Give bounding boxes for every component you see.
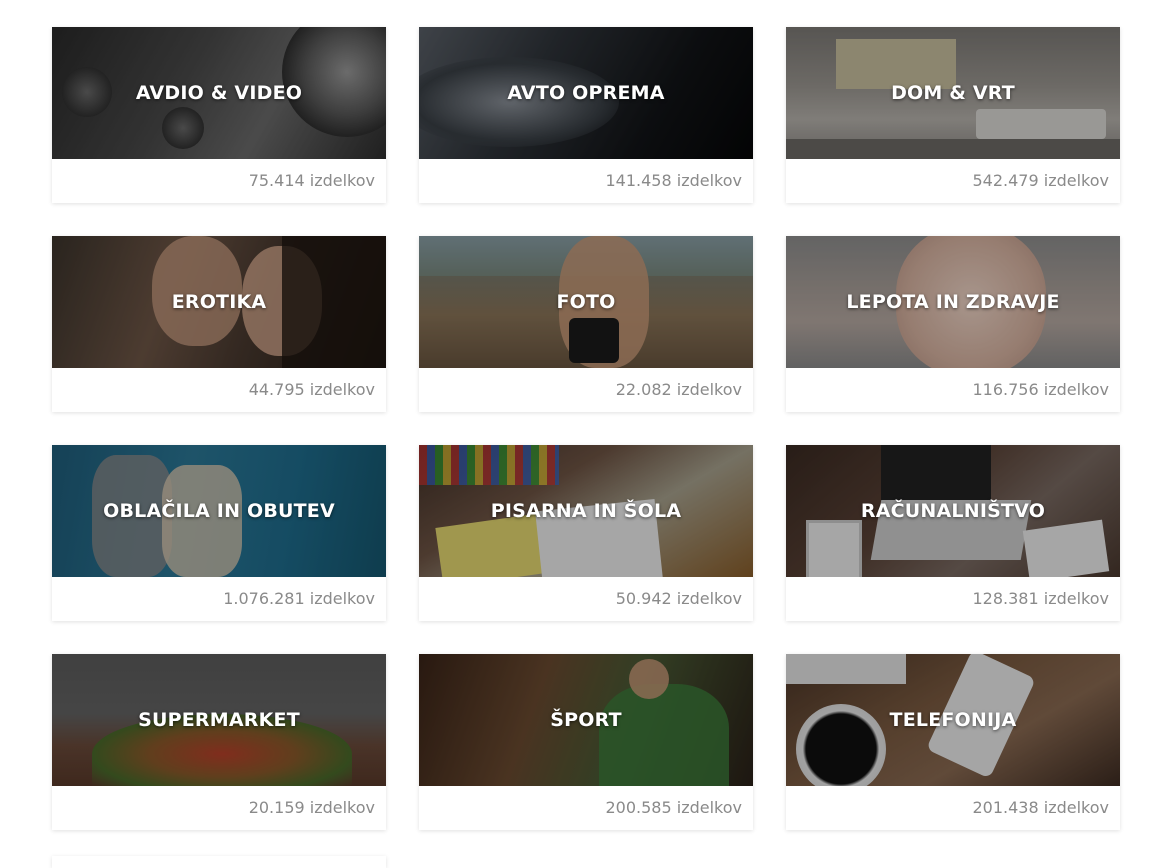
category-image[interactable]: DOM & VRT bbox=[786, 27, 1120, 159]
category-image[interactable]: TELEFONIJA bbox=[786, 654, 1120, 786]
category-image[interactable]: SUPERMARKET bbox=[52, 654, 386, 786]
category-card-oblacila-in-obutev[interactable]: OBLAČILA IN OBUTEV 1.076.281 izdelkov bbox=[52, 445, 386, 621]
product-count: 200.585 izdelkov bbox=[605, 798, 743, 817]
product-count: 75.414 izdelkov bbox=[248, 171, 375, 190]
category-title: DOM & VRT bbox=[891, 82, 1015, 104]
product-count: 20.159 izdelkov bbox=[248, 798, 375, 817]
category-title: AVTO OPREMA bbox=[507, 82, 665, 104]
category-card-supermarket[interactable]: SUPERMARKET 20.159 izdelkov bbox=[52, 654, 386, 830]
product-count: 116.756 izdelkov bbox=[972, 380, 1110, 399]
category-image[interactable]: RAČUNALNIŠTVO bbox=[786, 445, 1120, 577]
category-image[interactable]: FOTO bbox=[419, 236, 753, 368]
category-image[interactable]: PISARNA IN ŠOLA bbox=[419, 445, 753, 577]
product-count: 1.076.281 izdelkov bbox=[223, 589, 375, 608]
category-card-foto[interactable]: FOTO 22.082 izdelkov bbox=[419, 236, 753, 412]
category-card-dom-vrt[interactable]: DOM & VRT 542.479 izdelkov bbox=[786, 27, 1120, 203]
category-card-pisarna-in-sola[interactable]: PISARNA IN ŠOLA 50.942 izdelkov bbox=[419, 445, 753, 621]
category-card-erotika[interactable]: EROTIKA 44.795 izdelkov bbox=[52, 236, 386, 412]
category-card-sport[interactable]: ŠPORT 200.585 izdelkov bbox=[419, 654, 753, 830]
category-title: RAČUNALNIŠTVO bbox=[860, 500, 1046, 522]
category-card-telefonija[interactable]: TELEFONIJA 201.438 izdelkov bbox=[786, 654, 1120, 830]
category-title: FOTO bbox=[556, 291, 616, 313]
product-count: 128.381 izdelkov bbox=[972, 589, 1110, 608]
category-title: OBLAČILA IN OBUTEV bbox=[103, 500, 335, 522]
category-grid: AVDIO & VIDEO 75.414 izdelkov AVTO OPREM… bbox=[52, 27, 1120, 830]
category-card-avdio-video[interactable]: AVDIO & VIDEO 75.414 izdelkov bbox=[52, 27, 386, 203]
product-count: 542.479 izdelkov bbox=[972, 171, 1110, 190]
category-title: SUPERMARKET bbox=[138, 709, 300, 731]
category-image[interactable]: AVDIO & VIDEO bbox=[52, 27, 386, 159]
product-count: 22.082 izdelkov bbox=[615, 380, 742, 399]
category-image[interactable]: ŠPORT bbox=[419, 654, 753, 786]
product-count: 50.942 izdelkov bbox=[615, 589, 742, 608]
category-image[interactable]: LEPOTA IN ZDRAVJE bbox=[786, 236, 1120, 368]
category-title: EROTIKA bbox=[171, 291, 267, 313]
category-image[interactable]: AVTO OPREMA bbox=[419, 27, 753, 159]
next-category-card-partial[interactable] bbox=[52, 856, 386, 868]
category-title: TELEFONIJA bbox=[889, 709, 1017, 731]
product-count: 141.458 izdelkov bbox=[605, 171, 743, 190]
category-title: AVDIO & VIDEO bbox=[135, 82, 303, 104]
category-title: PISARNA IN ŠOLA bbox=[490, 500, 682, 522]
category-image[interactable]: OBLAČILA IN OBUTEV bbox=[52, 445, 386, 577]
category-card-racunalnistvo[interactable]: RAČUNALNIŠTVO 128.381 izdelkov bbox=[786, 445, 1120, 621]
product-count: 201.438 izdelkov bbox=[972, 798, 1110, 817]
category-card-lepota-in-zdravje[interactable]: LEPOTA IN ZDRAVJE 116.756 izdelkov bbox=[786, 236, 1120, 412]
product-count: 44.795 izdelkov bbox=[248, 380, 375, 399]
category-title: LEPOTA IN ZDRAVJE bbox=[846, 291, 1060, 313]
category-title: ŠPORT bbox=[550, 709, 622, 731]
category-image[interactable]: EROTIKA bbox=[52, 236, 386, 368]
category-card-avto-oprema[interactable]: AVTO OPREMA 141.458 izdelkov bbox=[419, 27, 753, 203]
